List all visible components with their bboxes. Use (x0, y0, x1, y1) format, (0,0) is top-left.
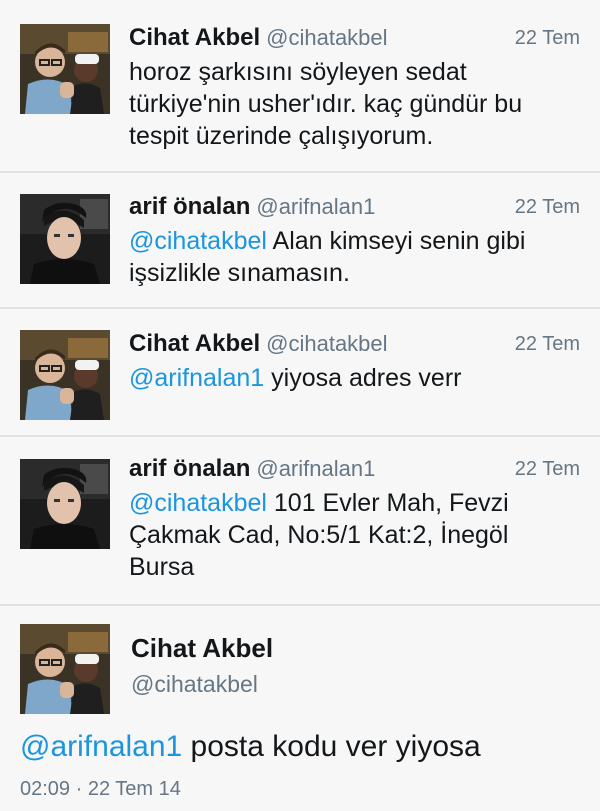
user-handle[interactable]: @arifnalan1 (256, 194, 375, 219)
display-name[interactable]: arif önalan (129, 455, 250, 482)
tweet-timestamp[interactable]: 22 Tem (515, 196, 580, 219)
tweet-1[interactable]: Cihat Akbel @cihatakbel 22 Tem horoz şark… (0, 0, 600, 173)
tweet-thread: Cihat Akbel @cihatakbel 22 Tem horoz şark… (0, 0, 600, 811)
tweet-3-header: Cihat Akbel @cihatakbel 22 Tem (129, 330, 580, 360)
mention-link[interactable]: @arifnalan1 (129, 364, 264, 392)
tweet-text-line: horoz şarkısını söyleyen sedat (129, 58, 467, 86)
tweet-text-line: @cihatakbel Alan kimseyi senin gibi (129, 225, 580, 257)
tweet-text-line: tespit üzerinde çalışıyorum. (129, 122, 434, 150)
tweet-2-header: arif önalan @arifnalan1 22 Tem (129, 193, 580, 223)
tweet-text-segment: yiyosa adres verr (264, 364, 462, 392)
tweet-text-line: @arifnalan1 yiyosa adres verr (129, 362, 580, 394)
tweet-text: horoz şarkısını söyleyen sedat türkiye'n… (129, 56, 580, 152)
user-handle[interactable]: @cihatakbel (266, 25, 387, 50)
tweet-text-line: @cihatakbel 101 Evler Mah, Fevzi (129, 487, 580, 519)
avatar-cihat-image (20, 624, 110, 714)
avatar-arif[interactable] (20, 194, 110, 284)
tweet-3-body: Cihat Akbel @cihatakbel 22 Tem @arifnalan… (129, 330, 580, 394)
avatar-arif-image (20, 194, 110, 284)
tweet-3[interactable]: Cihat Akbel @cihatakbel 22 Tem @arifnalan… (0, 309, 600, 437)
tweet-text-line: türkiye'nin usher'ıdır. kaç gündür bu (129, 90, 523, 118)
tweet-text-segment: posta kodu ver yiyosa (182, 730, 481, 763)
tweet-text-line: Çakmak Cad, No:5/1 Kat:2, İnegöl (129, 521, 509, 549)
mention-link[interactable]: @cihatakbel (129, 227, 267, 255)
tweet-timestamp[interactable]: 22 Tem (515, 458, 580, 481)
tweet-timestamp[interactable]: 22 Tem (515, 333, 580, 356)
display-name[interactable]: Cihat Akbel (129, 24, 260, 51)
tweet-text: @cihatakbel 101 Evler Mah, Fevzi Çakmak … (129, 487, 580, 583)
display-name[interactable]: Cihat Akbel (131, 633, 273, 664)
avatar-arif-image (20, 459, 110, 549)
tweet-text-segment: Alan kimseyi senin gibi (266, 227, 526, 255)
display-name[interactable]: Cihat Akbel (129, 330, 260, 357)
avatar-cihat[interactable] (20, 624, 110, 714)
tweet-text: @arifnalan1 yiyosa adres verr (129, 362, 580, 394)
avatar-cihat-image (20, 24, 110, 114)
tweet-1-body: Cihat Akbel @cihatakbel 22 Tem horoz şark… (129, 24, 580, 152)
avatar-cihat[interactable] (20, 330, 110, 420)
tweet-text: @cihatakbel Alan kimseyi senin gibi işsi… (129, 225, 580, 289)
avatar-cihat-image (20, 330, 110, 420)
tweet-date-meta[interactable]: 02:09 · 22 Tem 14 (20, 778, 181, 801)
tweet-4-header: arif önalan @arifnalan1 22 Tem (129, 455, 580, 485)
tweet-4[interactable]: arif önalan @arifnalan1 22 Tem @cihatakbe… (0, 437, 600, 606)
tweet-text-line: işsizlikle sınamasın. (129, 259, 350, 287)
display-name[interactable]: arif önalan (129, 193, 250, 220)
user-handle[interactable]: @cihatakbel (131, 671, 258, 698)
tweet-text-line: Bursa (129, 553, 195, 581)
tweet-2-body: arif önalan @arifnalan1 22 Tem @cihatakbe… (129, 193, 580, 289)
avatar-cihat[interactable] (20, 24, 110, 114)
tweet-2[interactable]: arif önalan @arifnalan1 22 Tem @cihatakbe… (0, 173, 600, 309)
mention-link[interactable]: @cihatakbel (129, 489, 267, 517)
tweet-text: @arifnalan1 posta kodu ver yiyosa (20, 730, 481, 764)
tweet-4-body: arif önalan @arifnalan1 22 Tem @cihatakbe… (129, 455, 580, 583)
tweet-1-header: Cihat Akbel @cihatakbel 22 Tem (129, 24, 580, 54)
tweet-text-segment: 101 Evler Mah, Fevzi (266, 489, 509, 517)
tweet-timestamp[interactable]: 22 Tem (515, 27, 580, 50)
user-handle[interactable]: @cihatakbel (266, 331, 387, 356)
avatar-arif[interactable] (20, 459, 110, 549)
mention-link[interactable]: @arifnalan1 (20, 730, 182, 763)
user-handle[interactable]: @arifnalan1 (256, 456, 375, 481)
